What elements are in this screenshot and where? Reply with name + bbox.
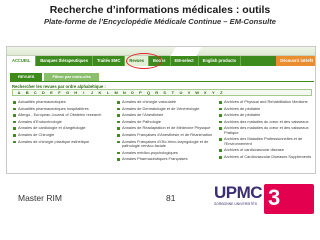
journal-link[interactable]: Archives des maladies du cœur et des vai…	[219, 119, 315, 124]
alphabet-letter[interactable]: T	[169, 90, 177, 95]
alphabet-letter[interactable]: Q	[145, 90, 153, 95]
journal-link[interactable]: Annales Françaises d'Oto-rhino-laryngolo…	[117, 139, 217, 149]
journal-link[interactable]: Archives of cardiovascular disease	[219, 147, 315, 153]
journal-link[interactable]: Archives of Physical and Rehabilitation …	[219, 99, 315, 104]
journal-link[interactable]: Archives des Maladies Professionnelles e…	[219, 137, 315, 146]
nav-item-6[interactable]: English products	[199, 56, 242, 66]
nav-item-5[interactable]: EM-select	[171, 56, 199, 66]
journal-link[interactable]: Allergo - European Journal of Obstetric …	[13, 112, 113, 118]
alphabet-letter[interactable]: U	[177, 90, 185, 95]
alphabet-letter[interactable]: K	[96, 90, 104, 95]
slide-subtitle: Plate-forme de l’Encyclopédie Médicale C…	[43, 17, 277, 26]
alphabet-letter[interactable]: C	[31, 90, 39, 95]
alphabet-letter[interactable]: Y	[209, 90, 217, 95]
nav-item-2[interactable]: Traités EMC	[93, 56, 126, 66]
site-header-bar	[7, 47, 315, 56]
journal-link[interactable]: Annales de Chirurgie	[13, 132, 113, 137]
alphabet-letter[interactable]: I	[80, 90, 88, 95]
nav-item-1[interactable]: Banques thérapeutiques	[36, 56, 93, 66]
alphabet-letter[interactable]: S	[161, 90, 169, 95]
journal-link[interactable]: Annales Françaises d'Anesthésie et de Ré…	[117, 132, 217, 137]
alphabet-letter[interactable]: H	[72, 90, 80, 95]
journal-link[interactable]: Archives de pédiatrie	[219, 112, 315, 118]
alphabet-letter[interactable]: D	[39, 90, 47, 95]
alphabet-filter: ABCDEFGHIJKLMNOPQRSTUVWXYZ	[12, 89, 312, 96]
journal-link[interactable]: Annales de chirurgie vasculaire	[117, 99, 217, 104]
nav-item-0[interactable]: ACCUEIL	[7, 56, 37, 66]
journal-link[interactable]: Annales médico-psychologiques	[117, 150, 217, 155]
alphabet-letter[interactable]: O	[128, 90, 136, 95]
alphabet-letter[interactable]: N	[120, 90, 128, 95]
tab-revues[interactable]: REVUES	[10, 73, 43, 81]
badge-text: 3	[268, 185, 281, 210]
journal-link[interactable]: Annales de cardiologie et d'angéiologie	[13, 125, 113, 131]
journal-link[interactable]: Archives de pédiatrie	[219, 106, 315, 111]
journal-link[interactable]: Annales Pharmaceutiques Françaises	[117, 156, 217, 162]
upmc-logo: UPMC SORBONNE UNIVERSITÉS	[214, 183, 263, 214]
journal-link[interactable]: Actualités pharmaceutiques hospitalières	[13, 106, 113, 111]
anniversary-badge: 3	[264, 184, 314, 214]
journal-column-2: Annales de chirurgie vasculaire Annales d…	[117, 99, 217, 164]
upmc-logo-subtext: SORBONNE UNIVERSITÉS	[214, 202, 257, 206]
journal-link[interactable]: Annales de Réadaptation et de Médecine P…	[117, 125, 217, 131]
alphabet-letter[interactable]: R	[153, 90, 161, 95]
alphabet-letter[interactable]: X	[201, 90, 209, 95]
alphabet-letter[interactable]: V	[185, 90, 193, 95]
footer-course-name: Master RIM	[18, 193, 62, 203]
alphabet-letter[interactable]: F	[55, 90, 63, 95]
alphabet-letter[interactable]: J	[88, 90, 96, 95]
alphabet-letter[interactable]: W	[193, 90, 201, 95]
journal-link[interactable]: Annales de chirurgie plastique esthétiqu…	[13, 139, 113, 144]
nav-item-7[interactable]: Découvrir intérêt	[276, 56, 315, 66]
alphabet-letter[interactable]: G	[64, 90, 72, 95]
alphabet-letter[interactable]: Z	[217, 90, 225, 95]
alphabet-letter[interactable]: E	[47, 90, 55, 95]
tabs-bar: REVUES Filtrer par mots-clés	[10, 73, 314, 82]
website-screenshot: ACCUEIL Banques thérapeutiques Traités EMC…	[6, 46, 316, 174]
journal-link[interactable]: Actualités pharmaceutiques	[13, 99, 113, 104]
journal-link[interactable]: Annales de Pathologie	[117, 119, 217, 124]
alphabet-letter[interactable]: M	[112, 90, 120, 95]
journal-link[interactable]: Annales de l'Anesthésie	[117, 112, 217, 118]
alphabet-letter[interactable]: P	[136, 90, 144, 95]
journal-link[interactable]: Archives des maladies du cœur et des vai…	[219, 126, 315, 135]
journal-column-1: Actualités pharmaceutiques Actualités pha…	[13, 99, 113, 146]
alphabet-letter[interactable]: L	[104, 90, 112, 95]
upmc-logo-text: UPMC	[214, 183, 263, 202]
page-number: 81	[166, 193, 176, 203]
alphabet-letter[interactable]: A	[15, 90, 23, 95]
highlight-circle-revues	[126, 53, 162, 69]
journal-link[interactable]: Annales d'Endocrinologie	[13, 119, 113, 124]
tab-filter-keywords[interactable]: Filtrer par mots-clés	[44, 73, 99, 81]
alphabet-letter[interactable]: B	[23, 90, 31, 95]
slide-title: Recherche d’informations médicales : out…	[49, 4, 271, 16]
journal-link[interactable]: Annales de Dermatologie et de Vénéréolog…	[117, 106, 217, 111]
journal-column-3: Archives of Physical and Rehabilitation …	[219, 99, 315, 162]
journal-link[interactable]: Archives of Cardiovascular Diseases Supp…	[219, 154, 315, 159]
